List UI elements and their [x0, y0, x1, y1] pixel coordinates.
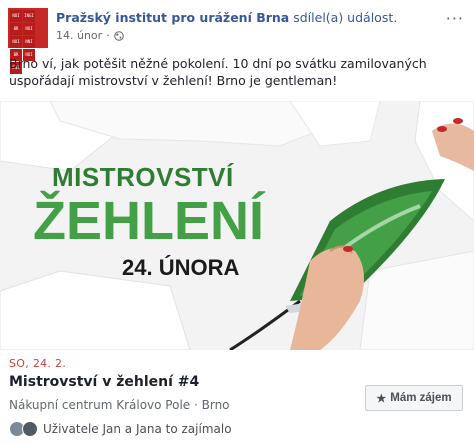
- shared-event-post: NOI INGI BR NOI NOI NNI BR NOI ENI Pražs…: [0, 0, 474, 444]
- meta-separator: ·: [106, 29, 110, 42]
- event-location: Nákupní centrum Královo Pole · Brno: [9, 398, 230, 412]
- author-line: Pražský institut pro urážení Brna sdílel…: [56, 10, 397, 25]
- author-action: sdílel(a) událost.: [293, 10, 398, 25]
- avatar-cell: NOI: [23, 23, 35, 35]
- event-cover-image[interactable]: MISTROVSTVÍ ŽEHLENÍ 24. ÚNORA: [0, 101, 474, 350]
- post-text: Brno ví, jak potěšit něžné pokolení. 10 …: [9, 56, 427, 88]
- event-title-link[interactable]: Mistrovství v žehlení #4: [9, 374, 199, 390]
- avatar-cell: INGI: [23, 10, 35, 22]
- event-date: SO, 24. 2.: [9, 357, 67, 370]
- friend-avatar[interactable]: [22, 421, 38, 437]
- more-icon[interactable]: ···: [446, 9, 464, 28]
- avatar-cell: BR: [10, 23, 22, 35]
- avatar-cell: NNI: [23, 36, 35, 48]
- post-header: NOI INGI BR NOI NOI NNI BR NOI ENI Pražs…: [0, 0, 474, 74]
- friends-interested-text: Uživatele Jan a Jana to zajímalo: [43, 422, 232, 436]
- cover-date: 24. ÚNORA: [122, 255, 240, 280]
- globe-icon[interactable]: [113, 30, 124, 41]
- cover-title-line1: MISTROVSTVÍ: [52, 162, 234, 192]
- avatar-cell: NOI: [10, 36, 22, 48]
- star-icon: ★: [376, 392, 387, 405]
- page-avatar[interactable]: NOI INGI BR NOI NOI NNI BR NOI ENI: [8, 8, 48, 74]
- interested-button[interactable]: ★ Mám zájem: [365, 385, 463, 411]
- post-date-link[interactable]: 14. únor: [56, 29, 102, 42]
- avatar-cell: NOI: [10, 10, 22, 22]
- author-name-link[interactable]: Pražský institut pro urážení Brna: [56, 10, 289, 25]
- friends-interested: Uživatele Jan a Jana to zajímalo: [9, 421, 232, 437]
- post-meta: 14. únor ·: [56, 29, 124, 42]
- interested-button-label: Mám zájem: [390, 392, 452, 404]
- cover-title-line2: ŽEHLENÍ: [33, 191, 265, 251]
